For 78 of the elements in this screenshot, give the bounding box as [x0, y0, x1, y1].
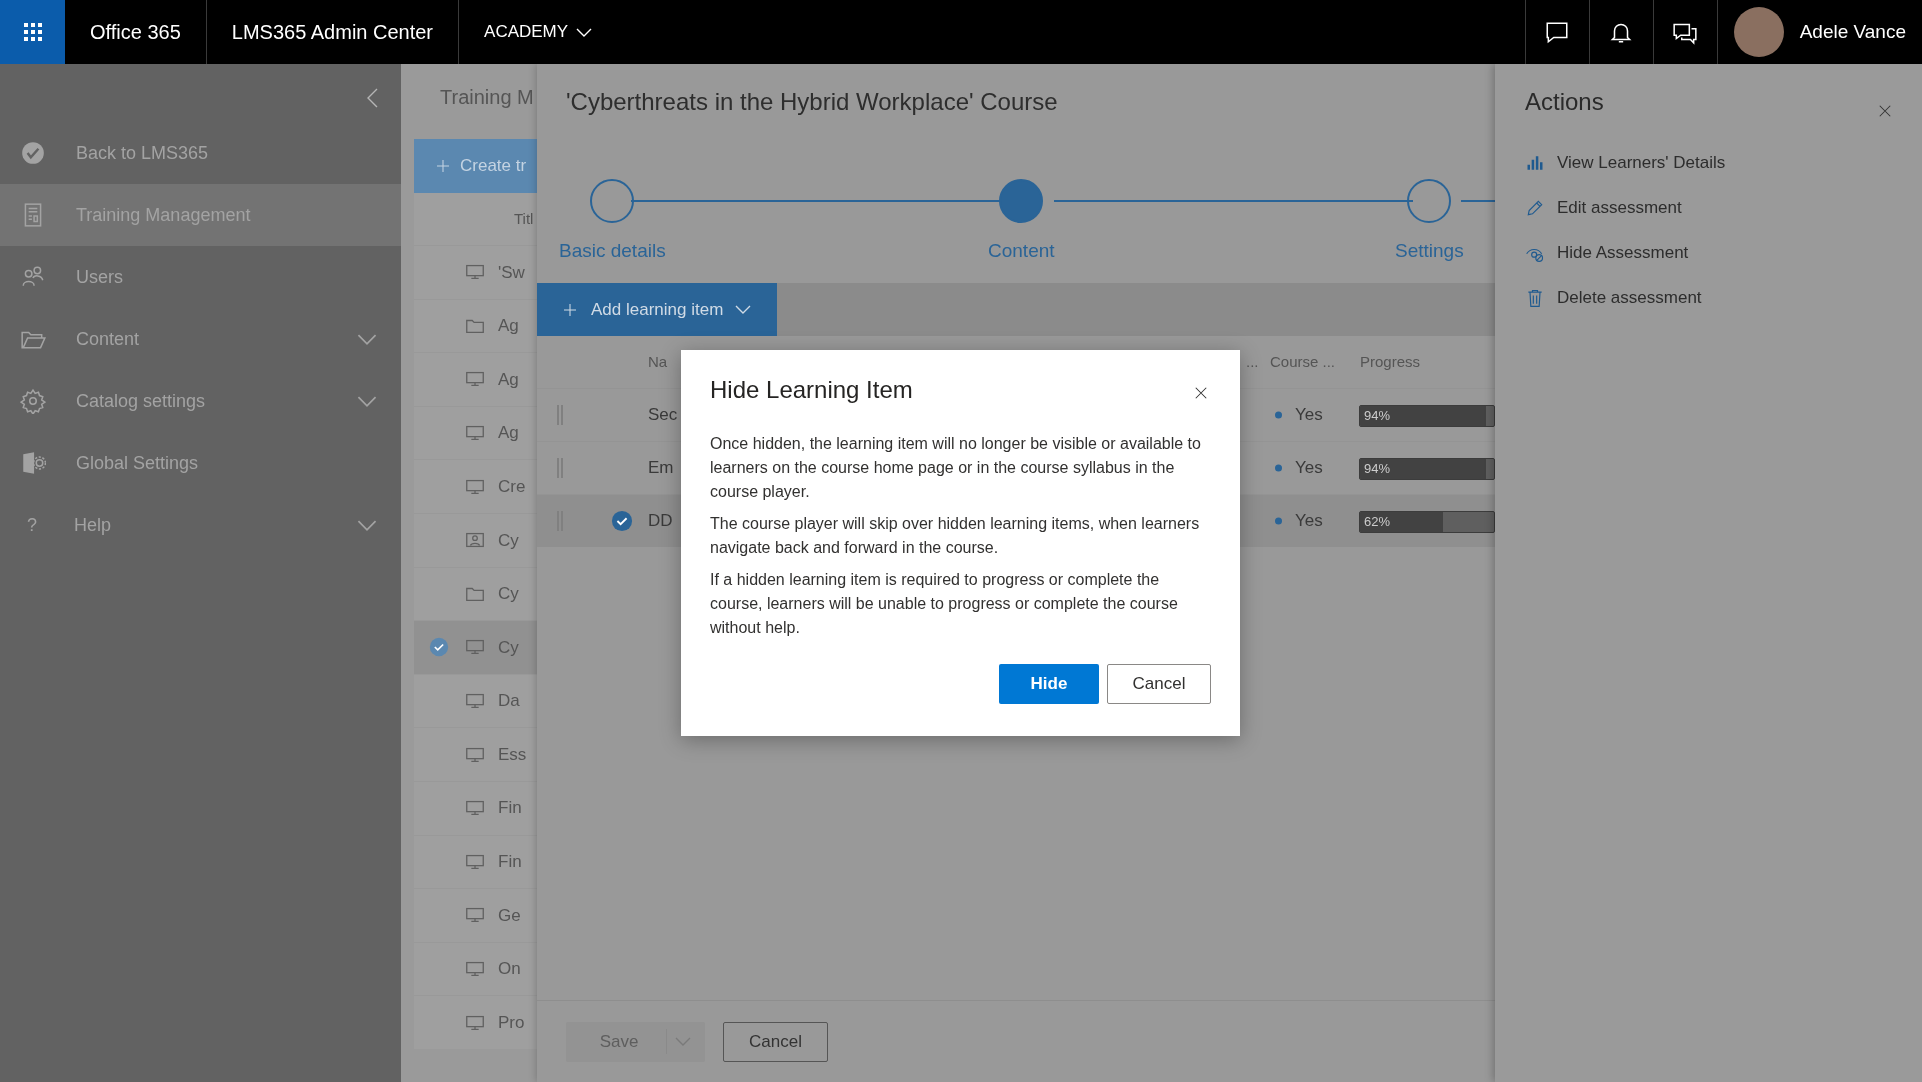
row-title: Ag [498, 315, 519, 338]
action-item[interactable]: Hide Assessment [1521, 230, 1693, 275]
help-icon: ? [20, 511, 44, 539]
chevron-down-icon [735, 305, 752, 314]
sidebar-item[interactable]: Catalog settings [0, 370, 401, 432]
dialog-paragraph: The course player will skip over hidden learning items, when learners navigate back and forward in the course. [710, 514, 1201, 558]
status-dot [1275, 517, 1282, 525]
row-title: Ge [498, 904, 521, 927]
step-circle[interactable] [1407, 179, 1452, 223]
dialog-paragraph: Once hidden, the learning item will no longer be visible or available to learners on the course home page or in the course syllabus in the course player. [710, 434, 1202, 502]
drag-handle-icon[interactable] [557, 405, 563, 425]
cancel-button[interactable]: Cancel [1107, 664, 1211, 704]
row-title: Fin [498, 851, 522, 874]
sidebar-item[interactable]: Users [0, 246, 401, 308]
trash-icon [1525, 287, 1545, 308]
step-label[interactable]: Content [988, 237, 1055, 266]
row-title: Cre [498, 475, 526, 498]
row-title: Da [498, 690, 520, 713]
dialog-title: Hide Learning Item [710, 375, 913, 405]
progress-label: 62% [1364, 513, 1391, 532]
row-title: Pro [498, 1011, 525, 1034]
row-title: Ess [498, 743, 527, 766]
status-dot [1275, 464, 1282, 472]
step-label[interactable]: Settings [1395, 237, 1464, 266]
column-header: Titl [514, 208, 534, 229]
sidebar-item[interactable]: Back to LMS365 [0, 122, 401, 184]
sidebar-item[interactable]: ? Help [0, 494, 401, 556]
row-title: Cy [498, 529, 519, 552]
plus-icon [434, 157, 452, 175]
page-title: Training M [440, 85, 534, 110]
progress-label: 94% [1364, 460, 1391, 479]
cancel-button[interactable]: Cancel [723, 1021, 828, 1062]
check-circle-icon [20, 140, 46, 166]
column-header: Na [648, 351, 668, 372]
sidebar-item[interactable]: Global Settings [0, 432, 401, 494]
table-cell-text: Em [648, 457, 674, 480]
row-title: 'Sw [498, 261, 525, 284]
table-cell-text: Yes [1295, 457, 1323, 480]
table-cell-text: Sec [648, 404, 678, 427]
step-circle[interactable] [999, 179, 1044, 223]
status-dot [1275, 411, 1282, 419]
app-launcher-button[interactable] [0, 0, 65, 64]
settings-icon [20, 450, 46, 476]
action-item[interactable]: Delete assessment [1521, 275, 1706, 320]
panel-title: Actions [1525, 87, 1604, 117]
row-title: Cy [498, 583, 519, 606]
row-title: Fin [498, 797, 522, 820]
action-item[interactable]: View Learners' Details [1521, 140, 1730, 185]
table-cell-text: Yes [1295, 404, 1323, 427]
column-header: ... [1246, 351, 1259, 372]
row-title: Ag [498, 368, 519, 391]
panel-title: 'Cyberthreats in the Hybrid Workplace' Course [565, 87, 1059, 117]
column-header: Progress [1360, 351, 1421, 372]
row-title: On [498, 958, 521, 981]
checkmark-circle-icon [429, 637, 449, 658]
gear-icon [20, 388, 46, 414]
step-circle[interactable] [590, 179, 635, 223]
user-name: Adele Vance [1799, 19, 1906, 44]
sidebar-item[interactable]: Content [0, 308, 401, 370]
create-training-button[interactable]: Create tr [414, 139, 537, 193]
row-title: Cy [498, 636, 519, 659]
add-learning-item-button[interactable]: Add learning item [537, 283, 777, 336]
chevron-down-icon [675, 1037, 691, 1046]
dialog-paragraph: If a hidden learning item is required to progress or complete the course, learners will be unable to progress or complete the course without help. [710, 570, 1179, 638]
avatar-placeholder [1733, 7, 1784, 57]
step-label[interactable]: Basic details [559, 237, 666, 266]
progress-label: 94% [1364, 407, 1391, 426]
checkmark-circle-icon [611, 510, 633, 532]
hide-button[interactable]: Hide [999, 664, 1099, 704]
table-cell-text: DD [648, 510, 673, 533]
list-row[interactable]: Cy [414, 620, 537, 674]
drag-handle-icon[interactable] [557, 458, 563, 478]
row-title: Ag [498, 422, 519, 445]
action-item[interactable]: Edit assessment [1521, 185, 1686, 230]
chevron-down-icon [576, 27, 593, 37]
site-menu-dropdown[interactable]: ACADEMY [459, 0, 618, 64]
table-cell-text: Yes [1295, 510, 1323, 533]
column-header: Course ... [1270, 351, 1336, 372]
